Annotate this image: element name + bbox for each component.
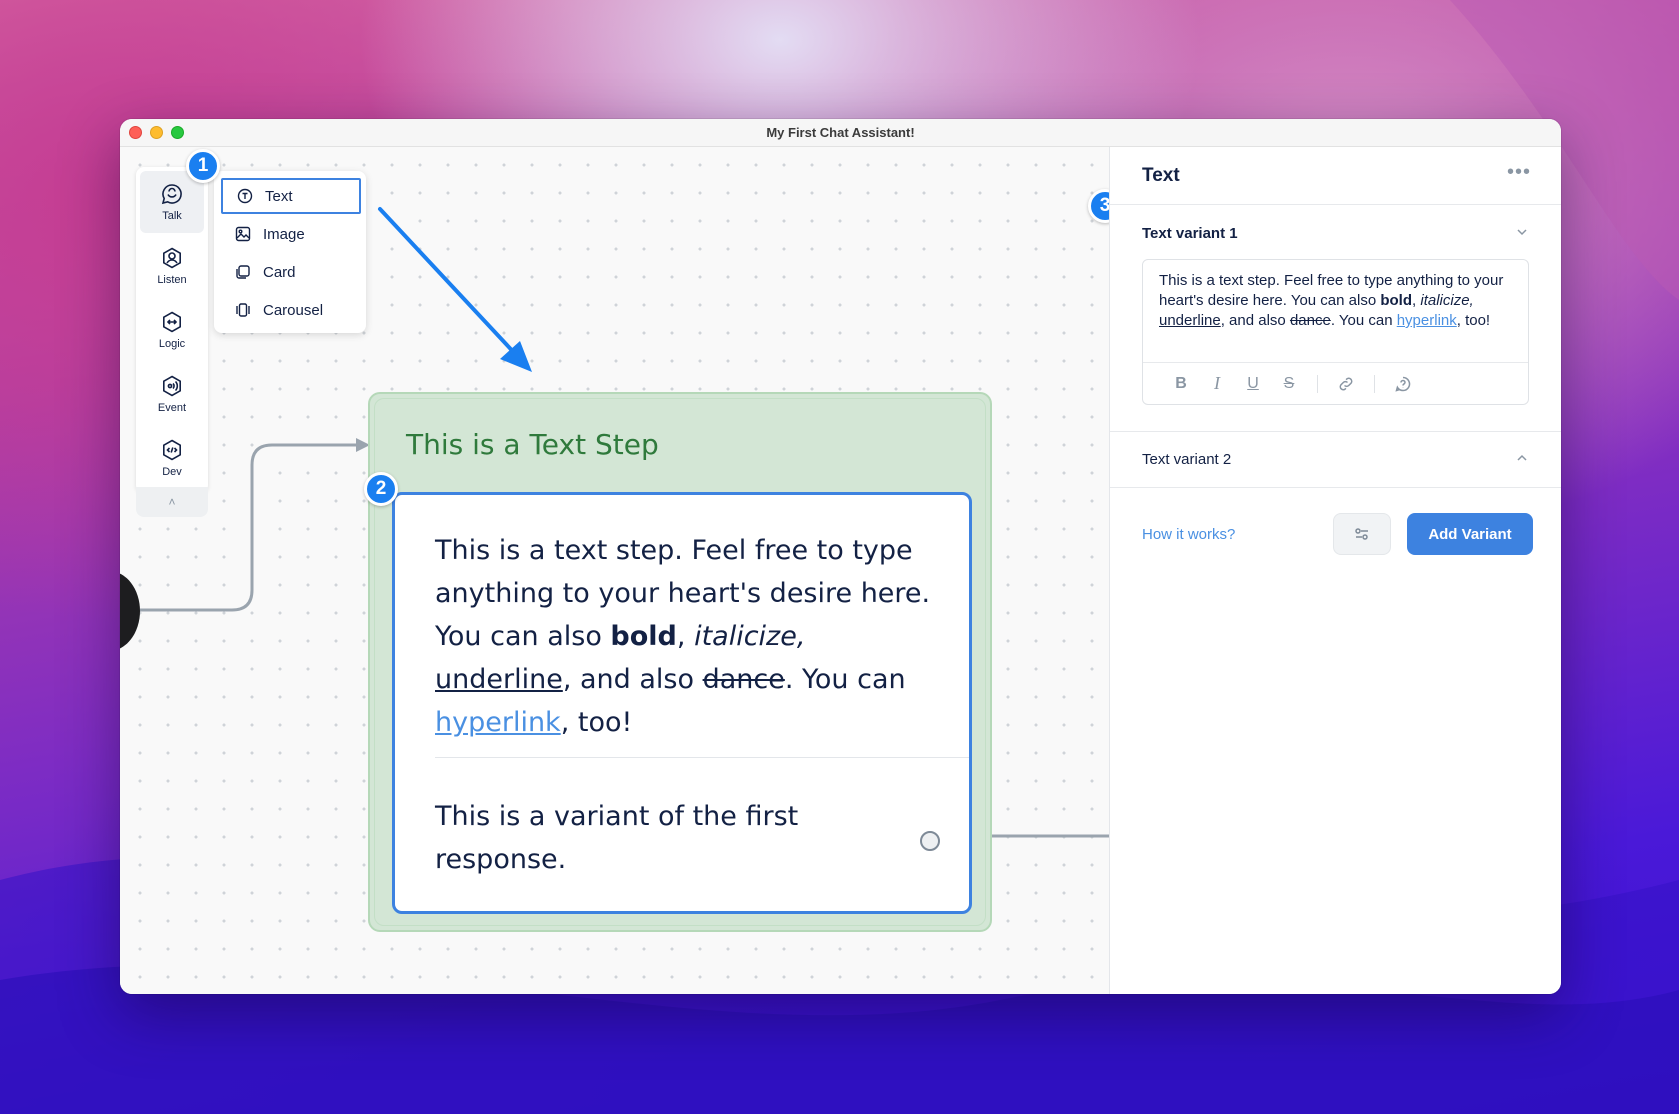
- hyperlink[interactable]: hyperlink: [1397, 312, 1457, 329]
- panel-divider: [1110, 431, 1561, 432]
- submenu-item-carousel[interactable]: Carousel: [221, 292, 361, 328]
- variable-button[interactable]: [1385, 370, 1421, 398]
- hyperlink[interactable]: hyperlink: [435, 707, 561, 738]
- logic-diamond-icon: [163, 311, 181, 333]
- step-variant-text[interactable]: This is a variant of the first response.: [435, 795, 855, 881]
- start-node[interactable]: [120, 571, 140, 651]
- toolbar-collapse-button[interactable]: ˄: [136, 487, 208, 517]
- link-icon: [1339, 377, 1353, 390]
- panel-title: Text: [1142, 165, 1180, 186]
- toolbar-separator: [1374, 374, 1375, 393]
- app-window: My First Chat Assistant! Talk Listen Log…: [120, 119, 1561, 994]
- toolbar-item-event[interactable]: Event: [140, 363, 204, 425]
- variant-2-label: Text variant 2: [1142, 450, 1232, 468]
- code-icon: [163, 439, 181, 461]
- maximize-window-button[interactable]: [171, 126, 184, 139]
- output-port[interactable]: [920, 831, 940, 851]
- submenu-item-label: Carousel: [263, 301, 324, 319]
- step-badge-2: 2: [364, 472, 398, 506]
- toolbar-item-label: Listen: [157, 274, 187, 286]
- panel-header: Text •••: [1110, 147, 1561, 205]
- variant-1-label: Text variant 1: [1142, 224, 1238, 242]
- carousel-icon: [236, 303, 250, 317]
- window-title: My First Chat Assistant!: [766, 125, 915, 140]
- text-circle-icon: [237, 188, 253, 204]
- how-it-works-link[interactable]: How it works?: [1142, 526, 1235, 543]
- window-controls: [129, 126, 184, 139]
- step-badge-1: 1: [186, 149, 220, 183]
- add-variant-button[interactable]: Add Variant: [1407, 513, 1533, 555]
- close-window-button[interactable]: [129, 126, 142, 139]
- editor-panel: Text ••• Text variant 1 This is a text s…: [1110, 147, 1561, 994]
- more-options-icon[interactable]: •••: [1507, 161, 1531, 184]
- underline-button[interactable]: U: [1235, 370, 1271, 398]
- submenu-item-image[interactable]: Image: [221, 216, 361, 252]
- toolbar-item-label: Logic: [158, 338, 186, 350]
- text-step-block[interactable]: This is a Text Step This is a text step.…: [368, 392, 992, 932]
- chevron-up-icon[interactable]: [1515, 451, 1529, 468]
- settings-button[interactable]: [1333, 513, 1391, 555]
- variant-2-header[interactable]: Text variant 2: [1142, 449, 1529, 469]
- toolbar-item-dev[interactable]: Dev: [140, 427, 204, 489]
- link-button[interactable]: [1328, 370, 1364, 398]
- broadcast-icon: [163, 375, 181, 397]
- submenu-item-card[interactable]: Card: [221, 254, 361, 290]
- chevron-down-icon[interactable]: [1515, 225, 1529, 242]
- chevron-up-icon: ˄: [168, 495, 176, 509]
- submenu-item-label: Image: [263, 225, 305, 243]
- titlebar: My First Chat Assistant!: [120, 119, 1561, 147]
- variable-icon: [1395, 376, 1411, 392]
- card-icon: [236, 265, 250, 279]
- italic-button[interactable]: I: [1199, 370, 1235, 398]
- block-toolbar: Talk Listen Logic Event Dev: [136, 167, 208, 493]
- panel-divider: [1110, 487, 1561, 488]
- step-response-text[interactable]: This is a text step. Feel free to type a…: [435, 529, 945, 744]
- step-badge-3: 3: [1088, 189, 1109, 223]
- submenu-item-label: Card: [263, 263, 296, 281]
- sliders-icon: [1355, 528, 1368, 540]
- editor-content[interactable]: This is a text step. Feel free to type a…: [1159, 271, 1514, 331]
- step-response-card[interactable]: This is a text step. Feel free to type a…: [392, 492, 972, 914]
- strikethrough-button[interactable]: S: [1271, 370, 1307, 398]
- image-icon: [235, 226, 251, 242]
- talk-submenu: Text Image Card Carousel: [214, 171, 366, 333]
- chat-bubble-icon: [161, 184, 182, 205]
- variant-1-header[interactable]: Text variant 1: [1142, 223, 1529, 243]
- flow-canvas[interactable]: Talk Listen Logic Event Dev ˄ Text Image…: [120, 147, 1110, 994]
- rich-text-editor[interactable]: This is a text step. Feel free to type a…: [1142, 259, 1529, 405]
- submenu-item-text[interactable]: Text: [221, 178, 361, 214]
- toolbar-item-label: Event: [157, 402, 187, 414]
- format-toolbar: B I U S: [1143, 362, 1528, 404]
- toolbar-separator: [1317, 374, 1318, 393]
- user-circle-icon: [163, 247, 181, 269]
- variant-divider: [435, 757, 969, 758]
- minimize-window-button[interactable]: [150, 126, 163, 139]
- toolbar-item-logic[interactable]: Logic: [140, 299, 204, 361]
- toolbar-item-label: Dev: [162, 466, 182, 478]
- bold-button[interactable]: B: [1163, 370, 1199, 398]
- toolbar-item-listen[interactable]: Listen: [140, 235, 204, 297]
- toolbar-item-label: Talk: [162, 210, 182, 222]
- step-title[interactable]: This is a Text Step: [406, 428, 659, 461]
- submenu-item-label: Text: [265, 187, 293, 205]
